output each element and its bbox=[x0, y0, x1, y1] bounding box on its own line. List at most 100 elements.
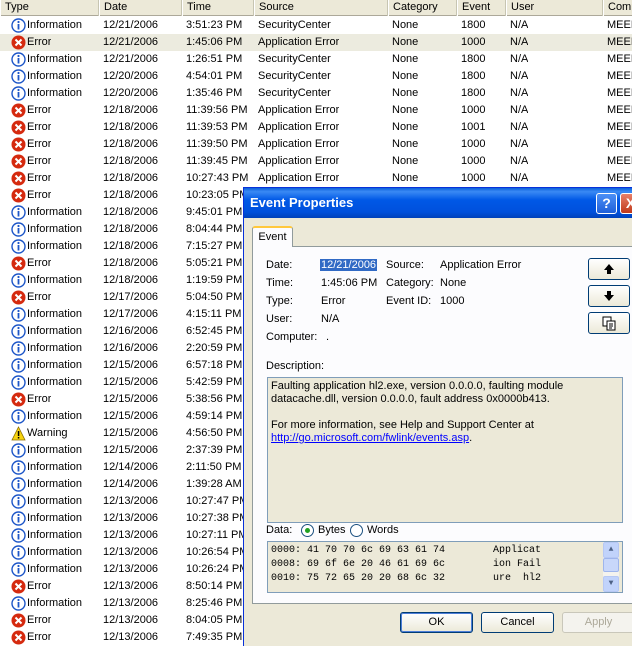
help-button[interactable]: ? bbox=[596, 193, 617, 214]
cancel-label: Cancel bbox=[500, 616, 535, 628]
scroll-down-button[interactable]: ▼ bbox=[603, 576, 619, 592]
bytes-radio-label[interactable]: Bytes bbox=[318, 524, 346, 536]
cell-date: 12/14/2006 bbox=[103, 461, 159, 473]
event-id-value[interactable]: 1000 bbox=[440, 295, 464, 307]
error-icon bbox=[11, 613, 26, 628]
computer-value[interactable]: . bbox=[326, 331, 329, 343]
cell-event: 1800 bbox=[461, 87, 486, 99]
column-header-event[interactable]: Event bbox=[457, 0, 506, 16]
cell-type: Information bbox=[27, 478, 83, 490]
cancel-button[interactable]: Cancel bbox=[481, 612, 554, 633]
cell-source: Application Error bbox=[258, 121, 340, 133]
cell-source: Application Error bbox=[258, 155, 340, 167]
category-value[interactable]: None bbox=[440, 277, 466, 289]
cell-computer: MEEK bbox=[607, 70, 632, 82]
cell-date: 12/15/2006 bbox=[103, 444, 159, 456]
table-row[interactable]: Error 12/18/2006 11:39:50 PM Application Er… bbox=[0, 136, 632, 153]
table-row[interactable]: Error 12/18/2006 11:39:53 PM Application Er… bbox=[0, 119, 632, 136]
cell-date: 12/13/2006 bbox=[103, 512, 159, 524]
table-row[interactable]: Information 12/20/2006 4:54:01 PM SecurityC… bbox=[0, 68, 632, 85]
cell-date: 12/18/2006 bbox=[103, 138, 159, 150]
information-icon bbox=[11, 562, 26, 577]
description-help-text: For more information, see Help and Suppo… bbox=[271, 419, 534, 431]
cell-event: 1000 bbox=[461, 104, 486, 116]
cell-source: Application Error bbox=[258, 172, 340, 184]
error-icon bbox=[11, 188, 26, 203]
computer-label: Computer: bbox=[266, 331, 318, 343]
cell-date: 12/16/2006 bbox=[103, 325, 159, 337]
bytes-radio[interactable] bbox=[301, 524, 314, 537]
hex-ascii: ion Fail bbox=[493, 559, 542, 570]
cell-type: Information bbox=[27, 274, 83, 286]
cell-user: N/A bbox=[510, 87, 529, 99]
error-icon bbox=[11, 630, 26, 645]
previous-event-button[interactable] bbox=[588, 258, 630, 280]
column-header-date[interactable]: Date bbox=[99, 0, 182, 16]
column-header-computer[interactable]: Comp bbox=[603, 0, 632, 16]
user-value[interactable]: N/A bbox=[321, 313, 339, 325]
cell-user: N/A bbox=[510, 53, 529, 65]
column-header-category[interactable]: Category bbox=[388, 0, 457, 16]
dialog-title-bar[interactable]: Event Properties ? X bbox=[244, 188, 632, 218]
words-radio-label[interactable]: Words bbox=[367, 524, 399, 536]
information-icon bbox=[11, 596, 26, 611]
table-row[interactable]: Error 12/21/2006 1:45:06 PM Application Err… bbox=[0, 34, 632, 51]
category-label: Category: bbox=[386, 277, 434, 289]
cell-type: Error bbox=[27, 36, 52, 48]
information-icon bbox=[11, 528, 26, 543]
type-value[interactable]: Error bbox=[321, 295, 345, 307]
table-row[interactable]: Information 12/20/2006 1:35:46 PM SecurityC… bbox=[0, 85, 632, 102]
data-label: Data: bbox=[266, 524, 293, 536]
cell-user: N/A bbox=[510, 70, 529, 82]
table-row[interactable]: Error 12/18/2006 10:27:43 PM Application Er… bbox=[0, 170, 632, 187]
date-value[interactable]: 12/21/2006 bbox=[320, 259, 378, 271]
tab-event[interactable]: Event bbox=[252, 226, 293, 247]
hex-row: 0010: 75 72 65 20 20 68 6c 32 ure hl2 bbox=[271, 572, 619, 586]
column-header-label: User bbox=[511, 1, 535, 13]
cell-type: Information bbox=[27, 546, 83, 558]
table-row[interactable]: Error 12/18/2006 11:39:45 PM Application Er… bbox=[0, 153, 632, 170]
cell-time: 1:26:51 PM bbox=[186, 53, 243, 65]
next-event-button[interactable] bbox=[588, 285, 630, 307]
scroll-up-button[interactable]: ▲ bbox=[603, 542, 619, 558]
error-icon bbox=[11, 35, 26, 50]
data-hex-box[interactable]: 0000: 41 70 70 6c 69 63 61 74 Applicat 000… bbox=[267, 541, 623, 593]
description-box[interactable]: Faulting application hl2.exe, version 0.… bbox=[267, 377, 623, 523]
cell-time: 4:59:14 PM bbox=[186, 410, 243, 422]
cell-date: 12/21/2006 bbox=[103, 36, 159, 48]
cell-time: 3:51:23 PM bbox=[186, 19, 243, 31]
cell-date: 12/18/2006 bbox=[103, 104, 159, 116]
cell-time: 5:05:21 PM bbox=[186, 257, 243, 269]
hex-row: 0008: 69 6f 6e 20 46 61 69 6c ion Fail bbox=[271, 558, 619, 572]
cell-date: 12/21/2006 bbox=[103, 53, 159, 65]
cell-category: None bbox=[392, 121, 419, 133]
table-row[interactable]: Error 12/18/2006 11:39:56 PM Application Er… bbox=[0, 102, 632, 119]
copy-button[interactable] bbox=[588, 312, 630, 334]
help-link[interactable]: http://go.microsoft.com/fwlink/events.as… bbox=[271, 432, 469, 444]
scroll-thumb[interactable] bbox=[603, 558, 619, 572]
cell-time: 2:11:50 PM bbox=[186, 461, 242, 473]
table-row[interactable]: Information 12/21/2006 1:26:51 PM SecurityC… bbox=[0, 51, 632, 68]
table-row[interactable]: Information 12/21/2006 3:51:23 PM SecurityC… bbox=[0, 17, 632, 34]
words-radio[interactable] bbox=[350, 524, 363, 537]
column-header-time[interactable]: Time bbox=[182, 0, 254, 16]
cell-event: 1000 bbox=[461, 36, 486, 48]
information-icon bbox=[11, 545, 26, 560]
time-value[interactable]: 1:45:06 PM bbox=[321, 277, 377, 289]
column-header-source[interactable]: Source bbox=[254, 0, 388, 16]
cell-date: 12/18/2006 bbox=[103, 172, 159, 184]
column-header-label: Time bbox=[187, 1, 212, 13]
cell-time: 11:39:56 PM bbox=[186, 104, 248, 116]
information-icon bbox=[11, 52, 26, 67]
close-button[interactable]: X bbox=[620, 193, 632, 214]
ok-button[interactable]: OK bbox=[400, 612, 473, 633]
column-header-type[interactable]: Type bbox=[0, 0, 99, 16]
source-value[interactable]: Application Error bbox=[440, 259, 521, 271]
column-header-user[interactable]: User bbox=[506, 0, 603, 16]
column-header-label: Comp bbox=[608, 1, 632, 13]
cell-user: N/A bbox=[510, 138, 529, 150]
information-icon bbox=[11, 86, 26, 101]
cell-date: 12/13/2006 bbox=[103, 529, 159, 541]
column-header-label: Date bbox=[104, 1, 128, 13]
data-scrollbar[interactable]: ▲ ▼ bbox=[603, 542, 619, 592]
